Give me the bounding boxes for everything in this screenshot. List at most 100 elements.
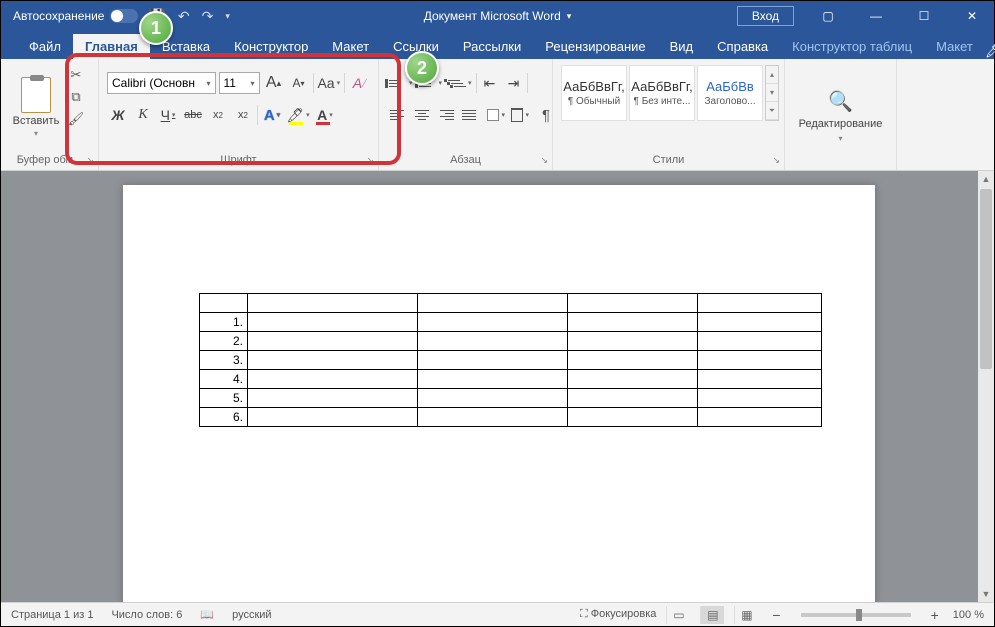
scroll-thumb[interactable] [980, 189, 992, 369]
clipboard-label: Буфер обм... [17, 154, 83, 166]
undo-icon[interactable]: ↶ [178, 8, 190, 25]
ribbon-options-icon[interactable]: ▢ [806, 1, 850, 31]
autosave-toggle[interactable] [110, 9, 138, 23]
paragraph-launcher[interactable]: ↘ [540, 155, 548, 166]
tab-table-design[interactable]: Конструктор таблиц [780, 34, 924, 59]
group-font: Calibri (Основн▾ 11▾ A▴ A▾ Aa A⧸ Ж К Ч a… [99, 59, 379, 170]
group-paragraph: ⇤ ⇥ ¶ Абзац↘ [379, 59, 553, 170]
status-language[interactable]: русский [232, 609, 271, 621]
table-row: 4. [200, 370, 822, 389]
align-right-button[interactable] [435, 104, 457, 126]
share-icon[interactable]: 🖊 [985, 42, 995, 59]
shading-button[interactable] [485, 104, 507, 126]
tab-design[interactable]: Конструктор [222, 34, 320, 59]
document-table[interactable]: 1. 2. 3. 4. 5. 6. [199, 293, 822, 427]
scroll-down-icon[interactable]: ▼ [978, 586, 994, 602]
status-page[interactable]: Страница 1 из 1 [11, 609, 93, 621]
styles-launcher[interactable]: ↘ [772, 155, 780, 166]
superscript-button[interactable]: x2 [232, 104, 254, 126]
tab-help[interactable]: Справка [705, 34, 780, 59]
multilevel-button[interactable] [446, 72, 474, 94]
format-painter-icon[interactable]: 🖌 [67, 111, 85, 127]
table-row: 6. [200, 408, 822, 427]
font-name-combo[interactable]: Calibri (Основн▾ [107, 72, 216, 94]
font-color-button[interactable]: A [313, 104, 337, 126]
change-case-button[interactable]: Aa [316, 72, 341, 94]
editing-button[interactable]: 🔍 Редактирование ▾ [799, 89, 883, 143]
style-heading[interactable]: АаБбВвЗаголово... [697, 65, 763, 121]
style-normal[interactable]: АаБбВвГг,¶ Обычный [561, 65, 627, 121]
status-spellcheck-icon[interactable]: 📖 [200, 608, 214, 621]
styles-label: Стили [653, 154, 685, 166]
clear-format-button[interactable]: A⧸ [348, 72, 370, 94]
table-row: 2. [200, 332, 822, 351]
status-words[interactable]: Число слов: 6 [111, 609, 182, 621]
justify-button[interactable] [459, 104, 481, 126]
clipboard-launcher[interactable]: ↘ [86, 155, 94, 166]
redo-icon[interactable]: ↷ [202, 8, 214, 25]
grow-font-button[interactable]: A▴ [263, 72, 285, 94]
style-nospacing[interactable]: АаБбВвГг,¶ Без инте... [629, 65, 695, 121]
bold-button[interactable]: Ж [107, 104, 129, 126]
zoom-level[interactable]: 100 % [953, 609, 984, 621]
align-left-button[interactable] [387, 104, 409, 126]
highlight-button[interactable]: 🖊 [286, 104, 310, 126]
strike-button[interactable]: abc [182, 104, 204, 126]
clipboard-icon [21, 77, 51, 113]
italic-button[interactable]: К [132, 104, 154, 126]
document-title[interactable]: Документ Microsoft Word ▾ [424, 9, 572, 23]
font-label: Шрифт [220, 154, 256, 166]
copy-icon[interactable]: ⧉ [67, 89, 85, 105]
tab-review[interactable]: Рецензирование [533, 34, 657, 59]
table-row [200, 294, 822, 313]
paste-button[interactable]: Вставить ▾ [7, 63, 65, 152]
chevron-down-icon: ▾ [567, 11, 572, 22]
cut-icon[interactable]: ✂ [67, 67, 85, 83]
indent-button[interactable]: ⇥ [503, 72, 525, 94]
page[interactable]: 1. 2. 3. 4. 5. 6. [123, 185, 875, 602]
view-web-icon[interactable]: ▦ [734, 606, 758, 624]
paragraph-label: Абзац [450, 154, 481, 166]
maximize-button[interactable]: ☐ [902, 1, 946, 31]
vertical-scrollbar[interactable]: ▲ ▼ [978, 171, 994, 602]
tab-view[interactable]: Вид [658, 34, 706, 59]
tab-file[interactable]: Файл [17, 34, 73, 59]
search-icon: 🔍 [828, 89, 853, 114]
tab-table-layout[interactable]: Макет [924, 34, 985, 59]
annotation-marker-2: 2 [405, 51, 439, 85]
qat-dropdown-icon[interactable]: ▾ [225, 11, 230, 22]
borders-button[interactable] [509, 104, 531, 126]
styles-gallery: АаБбВвГг,¶ Обычный АаБбВвГг,¶ Без инте..… [559, 63, 781, 123]
autosave-label: Автосохранение [13, 9, 104, 23]
font-size-combo[interactable]: 11▾ [219, 72, 260, 94]
group-clipboard: Вставить ▾ ✂ ⧉ 🖌 Буфер обм...↘ [1, 59, 99, 170]
underline-button[interactable]: Ч [157, 104, 179, 126]
login-button[interactable]: Вход [737, 6, 794, 26]
tab-home[interactable]: Главная [73, 34, 150, 59]
ribbon: Вставить ▾ ✂ ⧉ 🖌 Буфер обм...↘ Calibri (… [1, 59, 994, 171]
view-print-icon[interactable]: ▤ [700, 606, 724, 624]
outdent-button[interactable]: ⇤ [479, 72, 501, 94]
zoom-out-button[interactable]: − [768, 607, 784, 623]
subscript-button[interactable]: x2 [207, 104, 229, 126]
font-launcher[interactable]: ↘ [366, 155, 374, 166]
annotation-marker-1: 1 [139, 11, 173, 45]
scroll-up-icon[interactable]: ▲ [978, 171, 994, 187]
view-read-icon[interactable]: ▭ [666, 606, 690, 624]
table-row: 1. [200, 313, 822, 332]
focus-mode[interactable]: ⛶ Фокусировка [580, 608, 656, 621]
style-gallery-scroll[interactable]: ▴▾⏷ [765, 65, 779, 121]
minimize-button[interactable]: — [854, 1, 898, 31]
tab-mailings[interactable]: Рассылки [451, 34, 533, 59]
shrink-font-button[interactable]: A▾ [288, 72, 310, 94]
tab-layout[interactable]: Макет [320, 34, 381, 59]
zoom-slider[interactable] [801, 613, 911, 617]
close-button[interactable]: ✕ [950, 1, 994, 31]
table-row: 5. [200, 389, 822, 408]
zoom-in-button[interactable]: + [927, 607, 943, 623]
text-effects-button[interactable]: A [261, 104, 283, 126]
group-editing: 🔍 Редактирование ▾ [785, 59, 897, 170]
align-center-button[interactable] [411, 104, 433, 126]
document-area: 1. 2. 3. 4. 5. 6. ▲ ▼ [1, 171, 994, 602]
group-styles: АаБбВвГг,¶ Обычный АаБбВвГг,¶ Без инте..… [553, 59, 785, 170]
